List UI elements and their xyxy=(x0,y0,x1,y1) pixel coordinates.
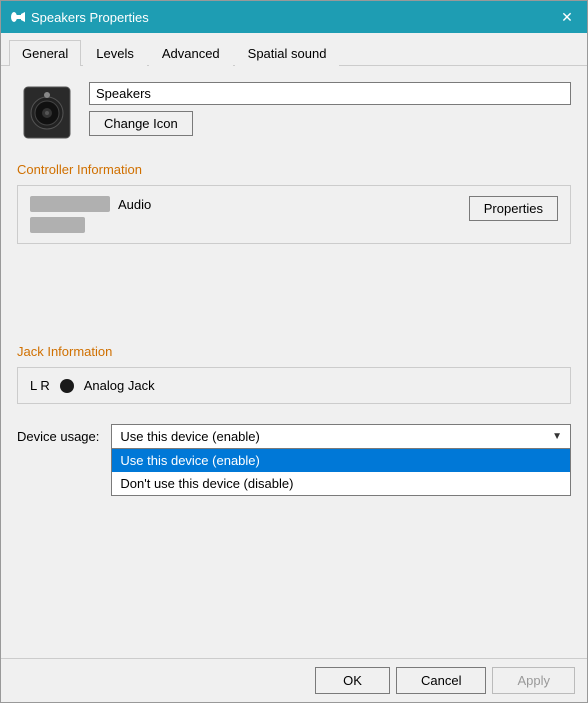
empty-spacer xyxy=(17,264,571,344)
device-name-input[interactable] xyxy=(89,82,571,105)
controller-gray-bar-narrow xyxy=(30,217,85,233)
device-usage-row: Device usage: Use this device (enable) ▼… xyxy=(17,424,571,449)
analog-jack-label: Analog Jack xyxy=(84,378,155,393)
properties-button[interactable]: Properties xyxy=(469,196,558,221)
title-bar-left: Speakers Properties xyxy=(9,9,149,25)
speaker-svg xyxy=(22,85,72,140)
jack-box: L R Analog Jack xyxy=(17,367,571,404)
close-button[interactable]: ✕ xyxy=(555,5,579,29)
device-usage-dropdown-button[interactable]: Use this device (enable) ▼ xyxy=(111,424,571,449)
controller-section-label: Controller Information xyxy=(17,162,571,177)
speaker-icon xyxy=(17,82,77,142)
lr-label: L R xyxy=(30,378,50,393)
controller-section: Controller Information Audio Properties xyxy=(17,162,571,244)
title-bar: Speakers Properties ✕ xyxy=(1,1,587,33)
device-usage-label: Device usage: xyxy=(17,429,99,444)
device-name-area: Change Icon xyxy=(89,82,571,136)
device-usage-selected-value: Use this device (enable) xyxy=(120,429,259,444)
audio-row: Audio xyxy=(30,196,151,212)
apply-button[interactable]: Apply xyxy=(492,667,575,694)
tab-bar: General Levels Advanced Spatial sound xyxy=(1,33,587,66)
change-icon-button[interactable]: Change Icon xyxy=(89,111,193,136)
cancel-button[interactable]: Cancel xyxy=(396,667,486,694)
window-icon xyxy=(9,9,25,25)
tab-levels[interactable]: Levels xyxy=(83,40,147,66)
ok-button[interactable]: OK xyxy=(315,667,390,694)
controller-content: Audio Properties xyxy=(30,196,558,233)
controller-box: Audio Properties xyxy=(17,185,571,244)
jack-section-label: Jack Information xyxy=(17,344,571,359)
speakers-properties-window: Speakers Properties ✕ General Levels Adv… xyxy=(0,0,588,703)
audio-label: Audio xyxy=(118,197,151,212)
tab-advanced[interactable]: Advanced xyxy=(149,40,233,66)
device-usage-dropdown[interactable]: Use this device (enable) ▼ Use this devi… xyxy=(111,424,571,449)
device-section: Change Icon xyxy=(17,82,571,142)
jack-circle xyxy=(60,379,74,393)
device-usage-dropdown-menu: Use this device (enable) Don't use this … xyxy=(111,449,571,496)
tab-general[interactable]: General xyxy=(9,40,81,66)
main-content: Change Icon Controller Information Audio xyxy=(1,66,587,658)
bottom-bar: OK Cancel Apply xyxy=(1,658,587,702)
dropdown-option-disable[interactable]: Don't use this device (disable) xyxy=(112,472,570,495)
jack-section: Jack Information L R Analog Jack xyxy=(17,344,571,404)
chevron-down-icon: ▼ xyxy=(552,431,562,442)
controller-gray-bar-wide xyxy=(30,196,110,212)
controller-device-info: Audio xyxy=(30,196,151,233)
window-title: Speakers Properties xyxy=(31,10,149,25)
tab-spatial-sound[interactable]: Spatial sound xyxy=(235,40,340,66)
jack-row: L R Analog Jack xyxy=(30,378,558,393)
dropdown-option-enable[interactable]: Use this device (enable) xyxy=(112,449,570,472)
